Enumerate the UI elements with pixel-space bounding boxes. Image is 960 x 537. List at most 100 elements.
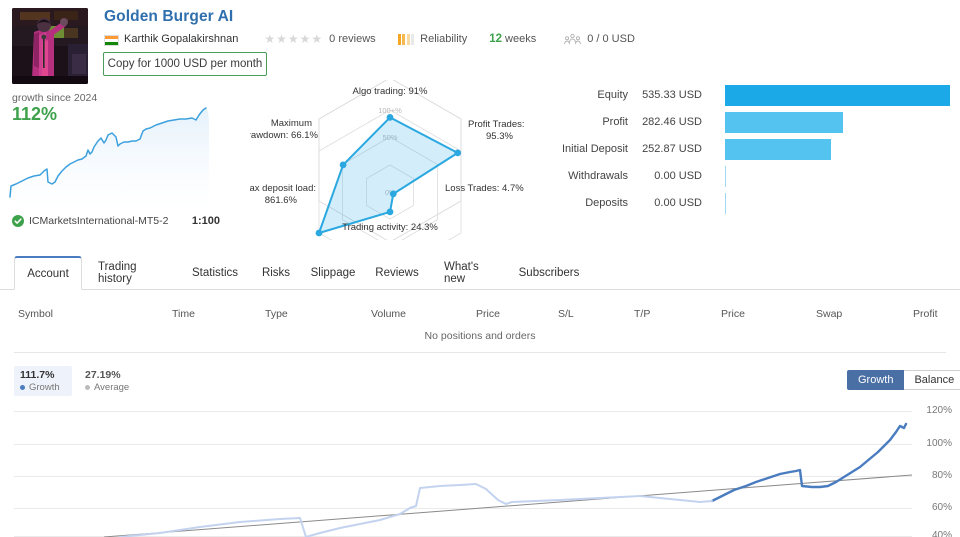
stat-label-deposits: Deposits xyxy=(585,197,628,209)
stat-bar-withdrawals xyxy=(725,166,726,187)
reviews-count[interactable]: 0 reviews xyxy=(329,33,375,45)
stat-label-profit: Profit xyxy=(602,116,628,128)
radar-label-trading-activity: Trading activity: 24.3% xyxy=(342,222,438,233)
growth-sparkline xyxy=(9,107,209,208)
reliability-bars-icon xyxy=(397,33,415,45)
stat-value-equity: 535.33 USD xyxy=(642,89,702,101)
column-type[interactable]: Type xyxy=(265,308,288,320)
growth-chart[interactable]: 120% 100% 80% 60% 40% xyxy=(0,400,960,537)
broker-name: ICMarketsInternational-MT5-2 xyxy=(29,215,169,227)
stat-value-deposits: 0.00 USD xyxy=(654,197,702,209)
svg-text:861.6%: 861.6% xyxy=(265,195,298,206)
flag-in-icon xyxy=(104,34,119,46)
radar-label-max-deposit-load: Max deposit load: 861.6% xyxy=(242,183,316,206)
tab-subscribers[interactable]: Subscribers xyxy=(508,256,590,290)
radar-label-maximum-drawdown: Maximum drawdown: 66.1% xyxy=(242,118,319,141)
column-swap[interactable]: Swap xyxy=(816,308,842,320)
subscribers-info: 0 / 0 USD xyxy=(564,33,635,46)
stat-bar-initial-deposit xyxy=(725,139,831,160)
column-price-current[interactable]: Price xyxy=(721,308,745,320)
stat-bar-deposits xyxy=(725,193,726,214)
tab-bar: Account Trading history Statistics Risks… xyxy=(0,256,960,290)
legend-average-value: 27.19% xyxy=(85,369,121,381)
radar-data-polygon xyxy=(318,116,459,234)
column-price-open[interactable]: Price xyxy=(476,308,500,320)
verified-check-icon xyxy=(12,215,24,227)
reliability-indicator: Reliability xyxy=(397,33,468,45)
avatar[interactable] xyxy=(12,8,88,84)
star-icon: ★ xyxy=(311,32,323,46)
svg-text:Max deposit load:: Max deposit load: xyxy=(250,183,316,194)
legend-average[interactable]: 27.19% Average xyxy=(80,366,140,396)
header-meta-row: Karthik Gopalakirshnan ★ ★ ★ ★ ★ 0 revie… xyxy=(104,31,635,47)
column-time[interactable]: Time xyxy=(172,308,195,320)
weeks-label: weeks xyxy=(505,33,537,45)
column-symbol[interactable]: Symbol xyxy=(18,308,53,320)
reliability-label: Reliability xyxy=(420,33,468,45)
radar-label-profit-trades: Profit Trades: 95.3% xyxy=(468,119,525,142)
column-tp[interactable]: T/P xyxy=(634,308,650,320)
y-axis-label-60: 60% xyxy=(931,502,952,513)
radar-ring-label-100: 100+% xyxy=(378,106,402,115)
signal-header: Golden Burger AI Karthik Gopalakirshnan … xyxy=(0,0,960,88)
stat-value-initial-deposit: 252.87 USD xyxy=(642,143,702,155)
stat-row: Profit 282.46 USD xyxy=(560,112,960,137)
y-axis-label-100: 100% xyxy=(926,438,952,449)
stat-label-withdrawals: Withdrawals xyxy=(568,170,628,182)
column-profit[interactable]: Profit xyxy=(913,308,938,320)
stat-row: Deposits 0.00 USD xyxy=(560,193,960,218)
stat-row: Equity 535.33 USD xyxy=(560,85,960,110)
average-dot-icon xyxy=(85,385,90,390)
toggle-growth-button[interactable]: Growth xyxy=(847,370,905,390)
toggle-balance-button[interactable]: Balance xyxy=(904,370,960,390)
legend-average-label: Average xyxy=(85,382,135,393)
stat-label-initial-deposit: Initial Deposit xyxy=(561,143,628,155)
y-axis-label-80: 80% xyxy=(931,470,952,481)
column-sl[interactable]: S/L xyxy=(558,308,574,320)
performance-radar-chart: 100+% 50% 0% Algo trading: 91% Profit Tr… xyxy=(242,77,550,275)
growth-line-bridge xyxy=(511,495,713,503)
svg-text:Profit Trades:: Profit Trades: xyxy=(468,119,525,130)
svg-text:95.3%: 95.3% xyxy=(486,131,513,142)
stat-row: Initial Deposit 252.87 USD xyxy=(560,139,960,164)
tab-trading-history[interactable]: Trading history xyxy=(84,256,178,290)
age-weeks: 12 weeks xyxy=(489,33,536,45)
star-icon: ★ xyxy=(264,32,276,46)
star-icon: ★ xyxy=(276,32,287,46)
rating-stars[interactable]: ★ ★ ★ ★ ★ xyxy=(264,33,322,45)
stat-bar-equity xyxy=(725,85,950,106)
chart-mode-toggle: Growth Balance xyxy=(847,370,960,390)
positions-table-header: Symbol Time Type Volume Price S/L T/P Pr… xyxy=(0,300,960,330)
table-divider xyxy=(14,352,946,353)
tab-slippage[interactable]: Slippage xyxy=(302,256,364,290)
author-name[interactable]: Karthik Gopalakirshnan xyxy=(124,33,238,45)
account-stats-panel: Equity 535.33 USD Profit 282.46 USD Init… xyxy=(560,85,960,220)
legend-growth-label: Growth xyxy=(20,382,67,393)
stat-row: Withdrawals 0.00 USD xyxy=(560,166,960,191)
growth-chart-svg xyxy=(14,411,913,537)
copy-subscription-button[interactable]: Copy for 1000 USD per month xyxy=(103,52,267,76)
tab-whats-new[interactable]: What's new xyxy=(430,256,506,290)
growth-dot-icon xyxy=(20,385,25,390)
growth-line-main xyxy=(710,422,908,503)
radar-label-algo-trading: Algo trading: 91% xyxy=(353,86,429,97)
growth-summary-card[interactable]: growth since 2024 112% ICMarketsInternat… xyxy=(0,90,232,235)
tab-account[interactable]: Account xyxy=(14,256,82,290)
column-volume[interactable]: Volume xyxy=(371,308,406,320)
empty-state-text: No positions and orders xyxy=(424,330,536,342)
stat-value-profit: 282.46 USD xyxy=(642,116,702,128)
weeks-value: 12 xyxy=(489,33,503,45)
y-axis-label-120: 120% xyxy=(926,405,952,416)
legend-growth[interactable]: 111.7% Growth xyxy=(14,366,72,396)
legend-growth-text: Growth xyxy=(29,382,60,393)
svg-text:drawdown: 66.1%: drawdown: 66.1% xyxy=(250,130,319,141)
tab-statistics[interactable]: Statistics xyxy=(180,256,250,290)
radar-label-loss-trades: Loss Trades: 4.7% xyxy=(445,183,524,194)
stat-bar-profit xyxy=(725,112,843,133)
page-title[interactable]: Golden Burger AI xyxy=(104,8,233,26)
leverage-value: 1:100 xyxy=(191,215,220,227)
y-axis-label-40: 40% xyxy=(931,530,952,537)
tab-risks[interactable]: Risks xyxy=(250,256,302,290)
stat-label-equity: Equity xyxy=(597,89,628,101)
tab-reviews[interactable]: Reviews xyxy=(366,256,428,290)
